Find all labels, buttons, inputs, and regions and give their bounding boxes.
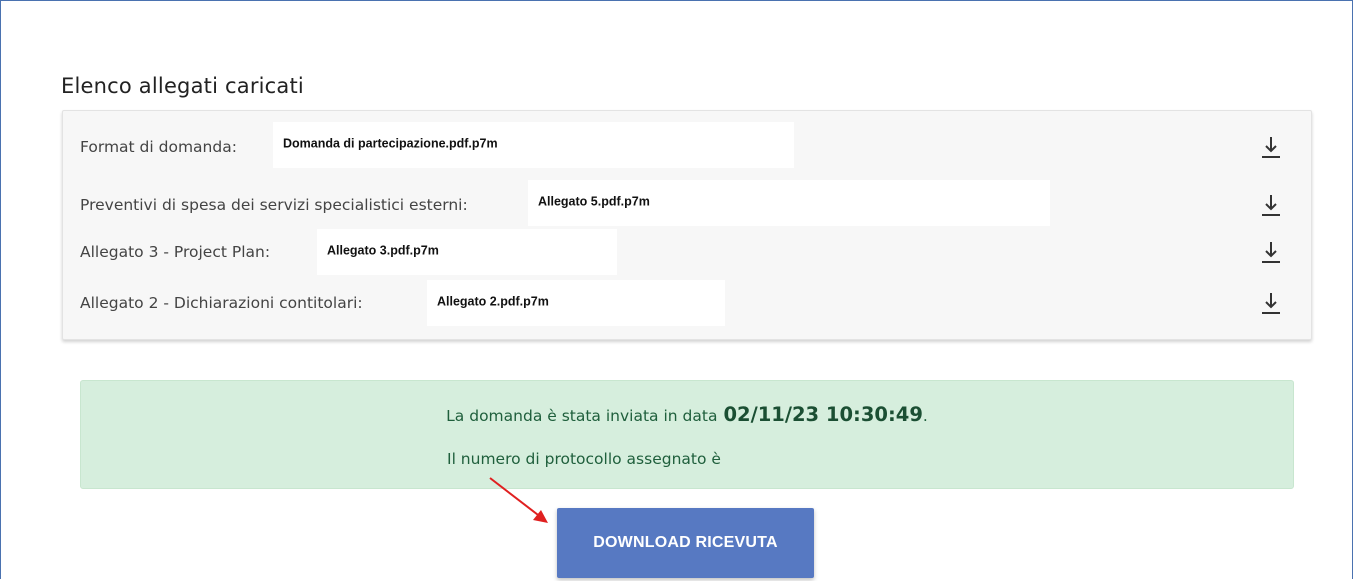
file-name-box: Allegato 5.pdf.p7m: [528, 180, 1050, 226]
file-name-box: Domanda di partecipazione.pdf.p7m: [273, 122, 794, 168]
download-icon[interactable]: [1261, 192, 1281, 218]
list-item: Format di domanda: Domanda di partecipaz…: [63, 122, 1311, 172]
list-item: Allegato 3 - Project Plan: Allegato 3.pd…: [63, 227, 1311, 277]
attachment-label: Allegato 2 - Dichiarazioni contitolari:: [80, 294, 363, 312]
download-receipt-button[interactable]: DOWNLOAD RICEVUTA: [557, 508, 814, 578]
attachment-label: Format di domanda:: [80, 138, 237, 156]
section-title: Elenco allegati caricati: [61, 74, 304, 98]
attachment-file-name: Allegato 3.pdf.p7m: [327, 243, 439, 258]
download-icon[interactable]: [1261, 290, 1281, 316]
sent-text: La domanda è stata inviata in data: [446, 407, 718, 425]
download-icon[interactable]: [1261, 134, 1281, 160]
submission-date-line: La domanda è stata inviata in data 02/11/…: [81, 403, 1293, 426]
attachment-file-name: Allegato 5.pdf.p7m: [538, 194, 650, 209]
attachments-list: Format di domanda: Domanda di partecipaz…: [62, 110, 1312, 340]
attachment-file-name: Allegato 2.pdf.p7m: [437, 294, 549, 309]
list-item: Allegato 2 - Dichiarazioni contitolari: …: [63, 278, 1311, 328]
list-item: Preventivi di spesa dei servizi speciali…: [63, 180, 1311, 230]
file-name-box: Allegato 2.pdf.p7m: [427, 280, 725, 326]
attachment-label: Preventivi di spesa dei servizi speciali…: [80, 196, 468, 214]
attachment-label: Allegato 3 - Project Plan:: [80, 243, 271, 261]
download-icon[interactable]: [1261, 239, 1281, 265]
file-name-box: Allegato 3.pdf.p7m: [317, 229, 617, 275]
attachment-file-name: Domanda di partecipazione.pdf.p7m: [283, 136, 498, 151]
sent-suffix: .: [922, 407, 928, 425]
sent-date: 02/11/23 10:30:49: [723, 403, 923, 426]
protocol-number-line: Il numero di protocollo assegnato è: [447, 450, 721, 468]
success-alert: La domanda è stata inviata in data 02/11/…: [80, 380, 1294, 489]
